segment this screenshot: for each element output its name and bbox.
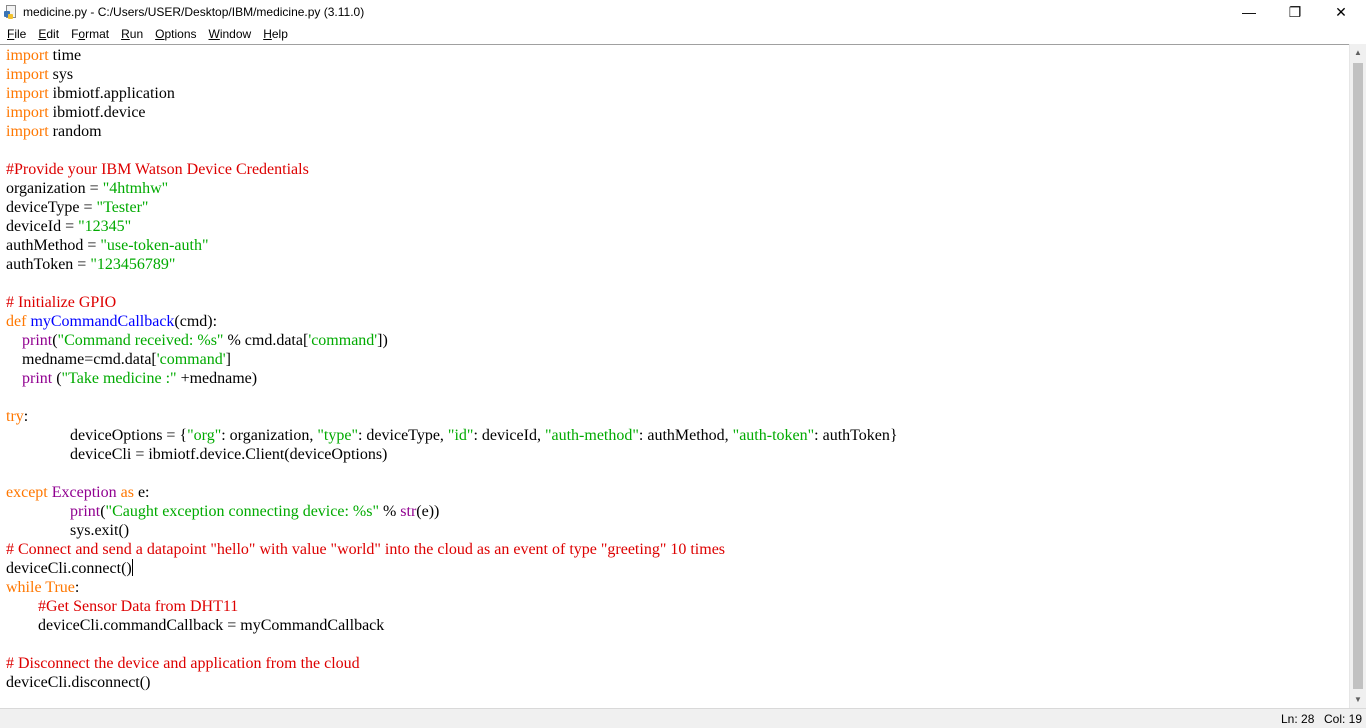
code-line: deviceCli.disconnect(): [6, 674, 151, 691]
code-line: print("Command received: %s" % cmd.data[…: [22, 332, 388, 349]
code-line: # Initialize GPIO: [6, 294, 117, 311]
menu-window[interactable]: Window: [203, 27, 258, 41]
code-line: organization = "4htmhw": [6, 180, 169, 197]
python-file-icon: [4, 5, 18, 19]
code-line: # Disconnect the device and application …: [6, 655, 360, 672]
code-line: deviceOptions = {"org": organization, "t…: [6, 427, 898, 444]
status-bar: Ln: 28 Col: 19: [0, 708, 1366, 728]
code-line: deviceId = "12345": [6, 218, 132, 235]
scroll-up-arrow-icon[interactable]: ▲: [1350, 44, 1366, 61]
code-line: print("Caught exception connecting devic…: [70, 503, 440, 520]
menu-edit[interactable]: Edit: [32, 27, 65, 41]
restore-icon: ❐: [1288, 3, 1302, 20]
code-line: #Get Sensor Data from DHT11: [38, 598, 239, 615]
code-line: print ("Take medicine :" +medname): [22, 370, 258, 387]
menu-run[interactable]: Run: [115, 27, 149, 41]
close-icon: ✕: [1335, 3, 1347, 20]
vertical-scrollbar[interactable]: ▲ ▼: [1349, 44, 1366, 708]
scrollbar-thumb[interactable]: [1353, 63, 1363, 689]
title-bar: medicine.py - C:/Users/USER/Desktop/IBM/…: [0, 0, 1366, 24]
scroll-down-arrow-icon[interactable]: ▼: [1350, 691, 1366, 708]
code-line: #Provide your IBM Watson Device Credenti…: [6, 161, 309, 178]
code-line: try:: [6, 408, 29, 425]
close-button[interactable]: ✕: [1318, 0, 1364, 24]
code-line: sys.exit(): [6, 522, 130, 539]
code-line: while True:: [6, 579, 80, 596]
code-line: deviceCli.connect(): [6, 559, 133, 577]
code-line: deviceCli = ibmiotf.device.Client(device…: [6, 446, 388, 463]
code-line: import random: [6, 123, 102, 140]
text-cursor: [131, 559, 133, 576]
minimize-icon: —: [1242, 4, 1256, 20]
code-line: def myCommandCallback(cmd):: [6, 313, 218, 330]
menu-file[interactable]: File: [0, 27, 32, 41]
code-line: import sys: [6, 66, 74, 83]
code-line: authMethod = "use-token-auth": [6, 237, 209, 254]
window-title: medicine.py - C:/Users/USER/Desktop/IBM/…: [23, 5, 365, 19]
code-line: import time: [6, 47, 82, 64]
code-text[interactable]: import time import sys import ibmiotf.appl…: [6, 46, 898, 692]
menu-options[interactable]: Options: [149, 27, 202, 41]
maximize-button[interactable]: ❐: [1272, 0, 1318, 24]
code-line: import ibmiotf.device: [6, 104, 146, 121]
line-number: Ln: 28: [1281, 712, 1315, 726]
code-line: deviceCli.commandCallback = myCommandCal…: [6, 617, 385, 634]
code-line: except Exception as e:: [6, 484, 150, 501]
menu-help[interactable]: Help: [257, 27, 294, 41]
code-line: authToken = "123456789": [6, 256, 176, 273]
code-line: import ibmiotf.application: [6, 85, 175, 102]
column-number: Col: 19: [1324, 712, 1363, 726]
code-line: deviceType = "Tester": [6, 199, 149, 216]
code-editor[interactable]: import time import sys import ibmiotf.appl…: [0, 44, 1349, 708]
code-line: # Connect and send a datapoint "hello" w…: [6, 541, 726, 558]
menu-format[interactable]: Format: [65, 27, 115, 41]
menu-bar: File Edit Format Run Options Window Help: [0, 24, 1366, 44]
minimize-button[interactable]: —: [1226, 0, 1272, 24]
code-line: medname=cmd.data['command']: [6, 351, 231, 368]
